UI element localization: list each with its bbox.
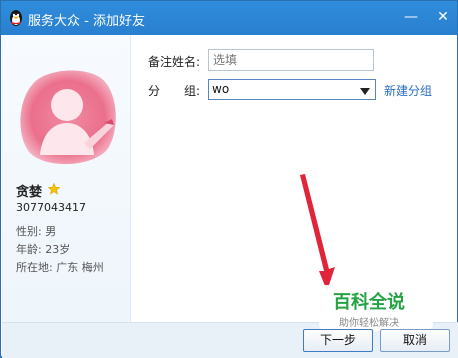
star-icon	[47, 182, 61, 195]
watermark-title: 百科全说	[333, 292, 405, 313]
nickname: 贪婪	[16, 185, 43, 200]
close-button[interactable]: ✕	[433, 7, 453, 27]
qq-penguin-icon	[8, 9, 24, 27]
cancel-button[interactable]: 取消	[380, 329, 450, 352]
watermark: 百科全说 助你轻松解决	[319, 285, 433, 331]
group-select-value: wo	[212, 82, 230, 96]
dropdown-arrow-icon[interactable]	[360, 85, 370, 95]
group-label-part1: 分	[148, 84, 161, 98]
new-group-link[interactable]: 新建分组	[384, 82, 432, 99]
group-select[interactable]: wo	[208, 79, 376, 100]
remark-input[interactable]	[208, 49, 374, 71]
location-text: 所在地: 广东 梅州	[16, 261, 104, 274]
group-label-part2: 组:	[184, 84, 201, 98]
minimize-button[interactable]: —	[401, 7, 421, 27]
qq-number: 3077043417	[16, 201, 86, 214]
add-friend-window: 服务大众 - 添加好友 — ✕ 贪婪 3077043417 性别: 男 年龄: …	[0, 0, 458, 358]
title-bar[interactable]: 服务大众 - 添加好友 — ✕	[1, 1, 457, 35]
window-title: 服务大众 - 添加好友	[28, 14, 145, 29]
nickname-row: 贪婪	[16, 181, 61, 200]
age-text: 年龄: 23岁	[16, 243, 71, 256]
gender-text: 性别: 男	[16, 225, 57, 238]
next-button[interactable]: 下一步	[303, 329, 373, 352]
profile-panel: 贪婪 3077043417 性别: 男 年龄: 23岁 所在地: 广东 梅州	[2, 35, 131, 322]
watermark-subtitle: 助你轻松解决	[339, 318, 399, 329]
avatar[interactable]	[14, 63, 120, 169]
annotation-arrow	[297, 173, 337, 293]
remark-label: 备注姓名:	[148, 55, 201, 69]
